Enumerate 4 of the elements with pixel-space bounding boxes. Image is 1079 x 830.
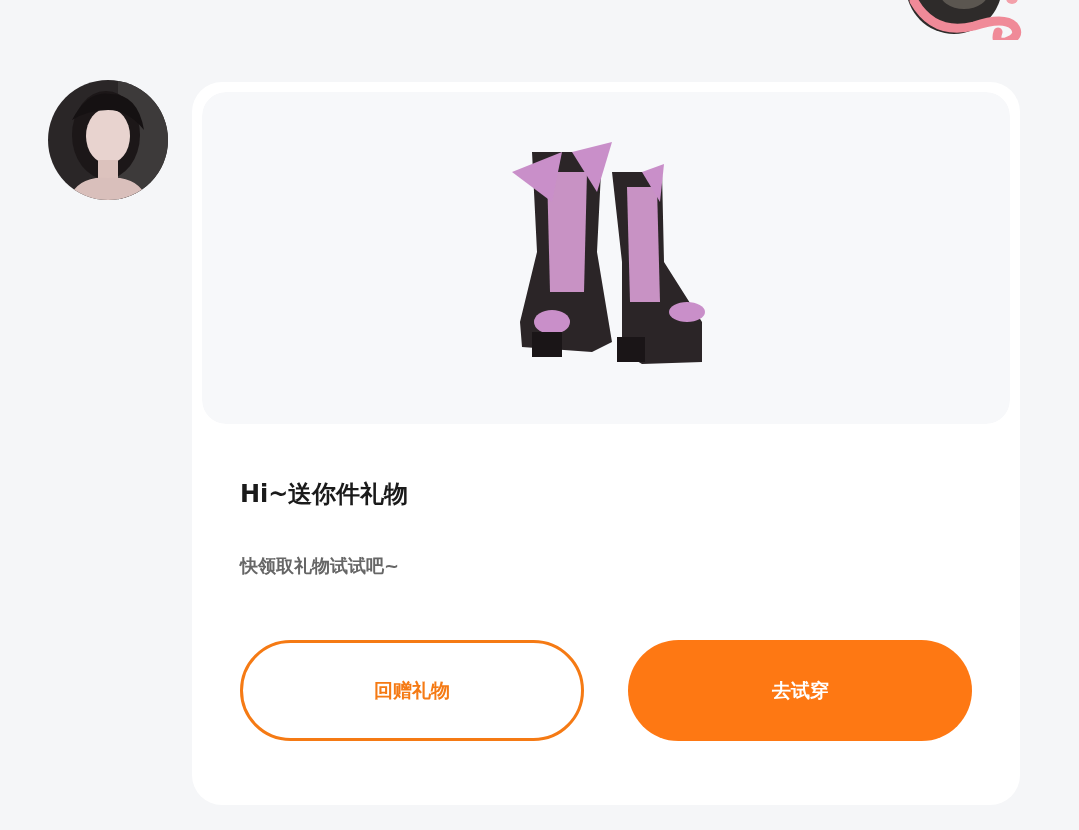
return-gift-button[interactable]: 回赠礼物 [240, 640, 584, 741]
try-on-button[interactable]: 去试穿 [628, 640, 972, 741]
message-subtitle: 快领取礼物试试吧~ [240, 554, 401, 578]
message-title: Hi~送你件礼物 [240, 479, 410, 510]
